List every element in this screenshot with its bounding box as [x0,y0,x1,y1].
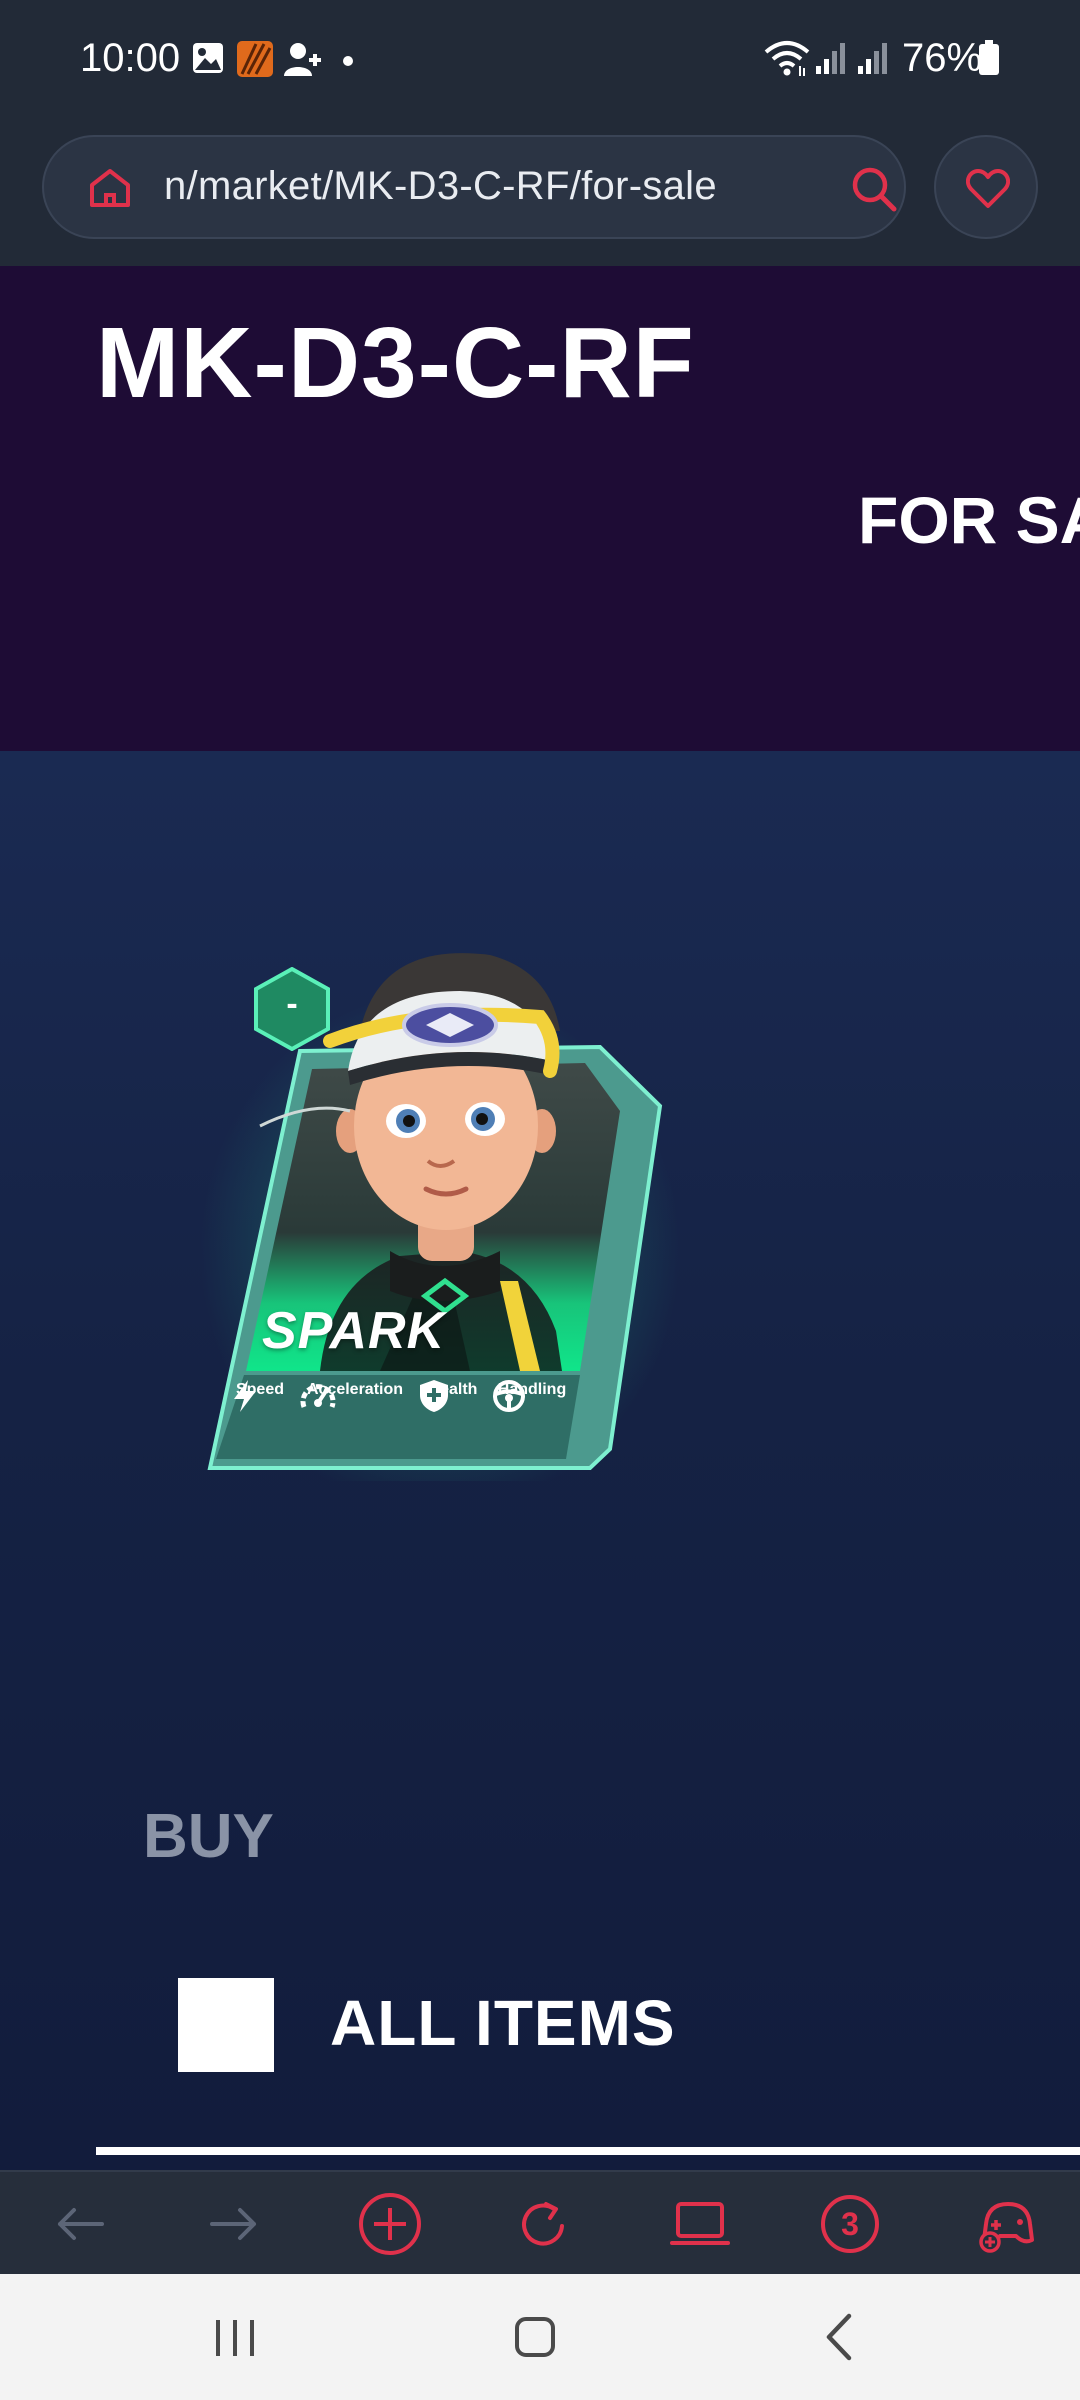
search-icon[interactable] [850,165,898,218]
steering-wheel-icon [493,1380,525,1412]
divider [96,2147,1080,2155]
laptop-icon [670,2202,730,2245]
new-tab-button[interactable] [330,2172,450,2276]
back-button[interactable] [20,2172,140,2276]
hero-banner: MK-D3-C-RF FOR SA [0,266,1080,751]
stat-health: Health [418,1379,488,1412]
desktop-mode-button[interactable] [638,2172,758,2276]
gallery-icon [190,40,226,81]
all-items-checkbox[interactable] [178,1978,274,2072]
reload-icon [522,2202,564,2246]
recent-apps-button[interactable] [190,2302,280,2372]
home-button[interactable] [490,2302,580,2372]
wifi-icon [764,40,810,83]
buy-heading: BUY [143,1802,274,1871]
home-icon[interactable] [88,167,132,214]
status-time: 10:00 [80,36,181,80]
shield-icon [420,1380,448,1412]
status-bar: 10:00 76% [0,0,1080,118]
lightning-icon [234,1380,256,1412]
signal-icon [856,40,890,81]
app-icon [236,40,274,83]
browser-toolbar: 3 [0,2170,1080,2274]
game-mode-button[interactable] [946,2172,1066,2276]
forward-button[interactable] [174,2172,294,2276]
system-navigation-bar [0,2274,1080,2400]
system-back-button[interactable] [795,2302,885,2372]
page-subtitle: FOR SA [858,483,1080,557]
battery-percent: 76% [902,36,983,80]
tier-value: - [286,985,298,1023]
tab-count: 3 [841,2206,859,2242]
page-title: MK-D3-C-RF [96,307,695,419]
card-character-name: SPARK [262,1302,446,1360]
all-items-label[interactable]: ALL ITEMS [330,1986,676,2060]
signal-icon [814,40,848,81]
stat-speed: Speed [230,1379,290,1412]
url-text[interactable]: n/market/MK-D3-C-RF/for-sale [164,164,717,209]
main-content: - SPARK Speed Acceleration Health Handli… [0,751,1080,2170]
chevron-left-icon [826,2313,852,2361]
arrow-right-icon [210,2208,256,2240]
plus-circle-icon [359,2193,421,2255]
all-items-filter[interactable]: ALL ITEMS [178,1976,938,2072]
item-card[interactable]: - SPARK Speed Acceleration Health Handli… [200,951,680,1481]
tabs-button[interactable]: 3 [792,2172,912,2276]
game-controller-icon [979,2202,1034,2253]
heart-icon [966,169,1010,208]
person-add-icon [284,40,324,83]
stat-acceleration: Acceleration [300,1379,410,1408]
recent-apps-icon [216,2320,254,2356]
reload-button[interactable] [484,2172,604,2276]
stat-handling: Handling [492,1379,572,1412]
speedometer-icon [300,1384,336,1408]
tier-badge: - [252,967,332,1051]
battery-icon [978,40,1000,81]
dot-icon [342,54,354,72]
favorite-button[interactable] [934,135,1038,239]
home-square-icon [515,2317,555,2357]
url-field[interactable]: n/market/MK-D3-C-RF/for-sale [42,135,906,239]
arrow-left-icon [58,2208,104,2240]
browser-address-bar: n/market/MK-D3-C-RF/for-sale [0,118,1080,266]
